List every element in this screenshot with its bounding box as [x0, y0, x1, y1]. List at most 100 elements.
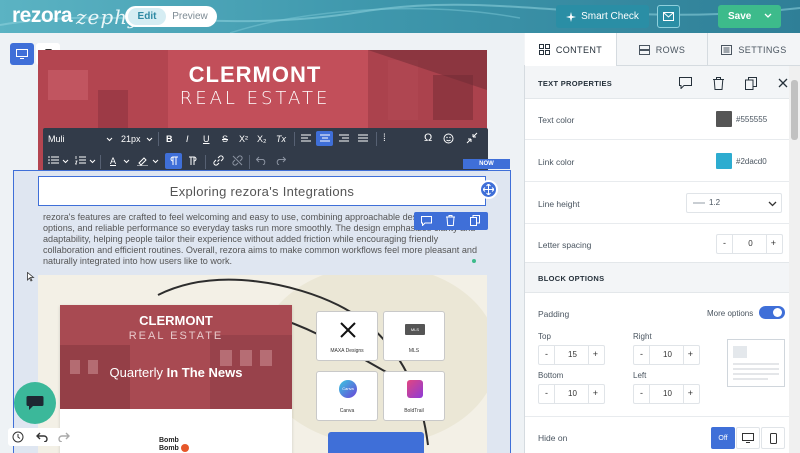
text-color-value[interactable]: #555555 [736, 115, 767, 124]
chevron-down-icon[interactable] [89, 159, 96, 164]
heading-block[interactable]: Exploring rezora's Integrations [38, 176, 486, 206]
move-handle[interactable] [479, 180, 498, 199]
decrement-button[interactable]: - [723, 238, 726, 248]
chevron-down-icon[interactable] [62, 159, 69, 164]
comment-icon[interactable] [421, 216, 432, 226]
duplicate-icon[interactable] [470, 215, 480, 226]
save-button[interactable]: Save [718, 5, 781, 28]
link-icon[interactable] [213, 155, 224, 166]
font-family-select[interactable]: Muli [48, 134, 65, 144]
align-right-icon[interactable] [339, 134, 349, 143]
chevron-down-icon[interactable] [146, 137, 153, 142]
duplicate-button[interactable] [742, 74, 760, 92]
newsletter-subtitle: REAL ESTATE [128, 330, 224, 342]
bold-button[interactable]: B [166, 132, 173, 146]
clear-format-button[interactable]: Tx [276, 132, 286, 146]
padding-right-stepper[interactable]: - 10 + [633, 345, 700, 365]
increment-button[interactable]: + [688, 349, 693, 359]
sidebar-scrollbar-thumb[interactable] [791, 80, 798, 140]
decrement-button[interactable]: - [545, 388, 548, 398]
chat-support-button[interactable] [14, 382, 56, 424]
edit-mode-button[interactable]: Edit [128, 8, 166, 25]
bulleted-list-icon[interactable] [48, 156, 59, 165]
redo-icon[interactable] [275, 156, 286, 165]
italic-button[interactable]: I [186, 132, 189, 146]
align-justify-icon[interactable] [358, 134, 368, 143]
padding-left-value[interactable]: 10 [654, 389, 681, 398]
tab-settings[interactable]: SETTINGS [708, 33, 800, 66]
send-test-email-button[interactable] [657, 5, 680, 28]
bombbomb-logo: Bomb Bomb [159, 437, 189, 452]
text-color-swatch[interactable] [716, 111, 732, 127]
increment-button[interactable]: + [593, 349, 598, 359]
play-icon [180, 444, 189, 452]
font-size-select[interactable]: 21px [121, 134, 141, 144]
padding-bottom-value[interactable]: 10 [559, 389, 586, 398]
tab-rows[interactable]: ROWS [617, 33, 708, 66]
hide-desktop-button[interactable] [736, 427, 760, 449]
chevron-down-icon[interactable] [152, 159, 159, 164]
decrement-button[interactable]: - [545, 349, 548, 359]
line-height-select[interactable]: 1.2 [686, 193, 782, 213]
undo-icon[interactable] [36, 432, 48, 442]
tile-canva: Canva Canva [316, 371, 378, 421]
decrement-button[interactable]: - [640, 388, 643, 398]
padding-top-value[interactable]: 15 [559, 350, 586, 359]
chevron-down-icon[interactable] [123, 159, 130, 164]
tile-boldtrail: BoldTrail [383, 371, 445, 421]
letter-spacing-value[interactable]: 0 [737, 239, 764, 248]
app-logo[interactable]: rezora [12, 4, 73, 28]
increment-button[interactable]: + [593, 388, 598, 398]
history-icon[interactable] [12, 431, 24, 443]
padding-left-stepper[interactable]: - 10 + [633, 384, 700, 404]
hide-mobile-button[interactable] [761, 427, 785, 449]
padding-top-stepper[interactable]: - 15 + [538, 345, 605, 365]
highlight-icon[interactable] [137, 155, 148, 166]
tab-content[interactable]: CONTENT [525, 33, 617, 66]
omega-button[interactable]: Ω [424, 131, 432, 145]
numbered-list-icon[interactable] [75, 156, 86, 165]
preview-mode-button[interactable]: Preview [166, 8, 214, 25]
text-color-button[interactable]: A [110, 154, 116, 168]
comment-button[interactable] [676, 74, 694, 92]
collapse-icon[interactable] [466, 132, 478, 144]
unlink-icon[interactable] [232, 155, 243, 166]
padding-bottom-stepper[interactable]: - 10 + [538, 384, 605, 404]
chevron-down-icon[interactable] [106, 137, 113, 142]
sparkle-icon [566, 11, 577, 22]
underline-button[interactable]: U [203, 132, 210, 146]
padding-left-label: Left [633, 371, 647, 380]
padding-bottom-label: Bottom [538, 371, 564, 380]
undo-icon[interactable] [256, 156, 267, 165]
align-left-icon[interactable] [301, 134, 311, 143]
link-color-swatch[interactable] [716, 153, 732, 169]
increment-button[interactable]: + [771, 238, 776, 248]
chevron-down-icon[interactable] [764, 13, 772, 19]
block-actions [414, 212, 488, 230]
decrement-button[interactable]: - [640, 349, 643, 359]
resize-dot[interactable] [472, 259, 476, 263]
smart-check-button[interactable]: Smart Check [556, 5, 649, 28]
trash-icon[interactable] [446, 215, 455, 226]
subscript-button[interactable]: X₂ [257, 132, 267, 146]
special-chars-button[interactable]: ⁞ [383, 132, 386, 146]
superscript-button[interactable]: X² [239, 132, 248, 146]
link-color-value[interactable]: #2dacd0 [736, 157, 767, 166]
strikethrough-button[interactable]: S [222, 132, 228, 146]
toolbar-separator [100, 155, 101, 169]
letter-spacing-stepper[interactable]: - 0 + [716, 234, 783, 254]
link-color-label: Link color [538, 157, 575, 167]
heading-text[interactable]: Exploring rezora's Integrations [170, 184, 354, 199]
toolbar-separator [376, 132, 377, 146]
delete-button[interactable] [709, 74, 727, 92]
redo-icon[interactable] [58, 432, 70, 442]
padding-right-label: Right [633, 332, 652, 341]
hide-off-button[interactable]: Off [711, 427, 735, 449]
increment-button[interactable]: + [688, 388, 693, 398]
padding-right-value[interactable]: 10 [654, 350, 681, 359]
emoji-icon[interactable] [443, 133, 454, 144]
close-button[interactable] [774, 74, 792, 92]
paragraph-rtl-icon[interactable] [188, 156, 198, 166]
tile-label: BoldTrail [404, 408, 424, 414]
desktop-icon [742, 433, 754, 443]
